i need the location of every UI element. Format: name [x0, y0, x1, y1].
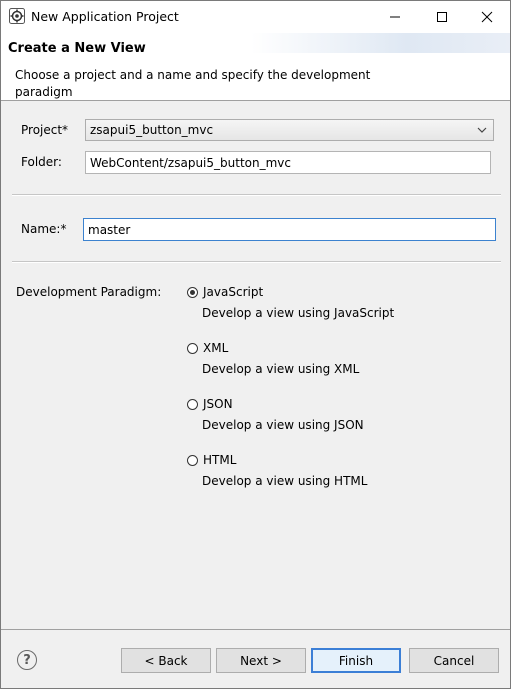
javascript-description: Develop a view using JavaScript	[202, 306, 395, 320]
minimize-icon	[390, 16, 400, 17]
maximize-button[interactable]	[419, 1, 465, 32]
project-select-value: zsapui5_button_mvc	[90, 123, 214, 137]
radio-javascript-label: JavaScript	[203, 285, 264, 299]
cancel-button[interactable]: Cancel	[409, 648, 499, 673]
html-description: Develop a view using HTML	[202, 474, 368, 488]
eclipse-gear-icon	[9, 8, 25, 24]
name-field[interactable]	[83, 218, 496, 241]
radio-button-selected[interactable]	[187, 287, 198, 298]
next-button[interactable]: Next >	[216, 648, 306, 673]
help-icon: ?	[23, 652, 31, 668]
separator	[12, 194, 501, 196]
close-icon	[481, 11, 493, 22]
folder-label: Folder:	[21, 155, 62, 169]
minimize-button[interactable]	[372, 1, 418, 32]
button-bar-separator	[1, 629, 510, 630]
chevron-down-icon	[477, 127, 487, 133]
separator	[12, 261, 501, 263]
radio-button[interactable]	[187, 455, 198, 466]
radio-button[interactable]	[187, 399, 198, 410]
radio-button[interactable]	[187, 343, 198, 354]
project-select[interactable]: zsapui5_button_mvc	[85, 119, 494, 141]
back-button[interactable]: < Back	[121, 648, 211, 673]
close-button[interactable]	[464, 1, 510, 32]
radio-json-label: JSON	[203, 397, 233, 411]
header-banner	[251, 33, 510, 53]
paradigm-label: Development Paradigm:	[16, 285, 162, 299]
maximize-icon	[437, 11, 447, 22]
name-label: Name:*	[21, 222, 67, 236]
help-button[interactable]: ?	[17, 650, 37, 670]
project-label: Project*	[21, 123, 69, 137]
radio-xml-label: XML	[203, 341, 229, 355]
wizard-header: Create a New View Choose a project and a…	[1, 33, 510, 101]
folder-field[interactable]	[85, 151, 491, 174]
wizard-page-description: Choose a project and a name and specify …	[15, 68, 371, 99]
finish-button[interactable]: Finish	[311, 648, 401, 673]
title-bar: New Application Project	[1, 1, 510, 33]
wizard-page-title: Create a New View	[8, 41, 146, 56]
dialog-window: New Application Project Create a New Vie…	[0, 0, 511, 689]
radio-html-label: HTML	[203, 453, 237, 467]
window-title: New Application Project	[31, 9, 179, 24]
xml-description: Develop a view using XML	[202, 362, 360, 376]
json-description: Develop a view using JSON	[202, 418, 364, 432]
